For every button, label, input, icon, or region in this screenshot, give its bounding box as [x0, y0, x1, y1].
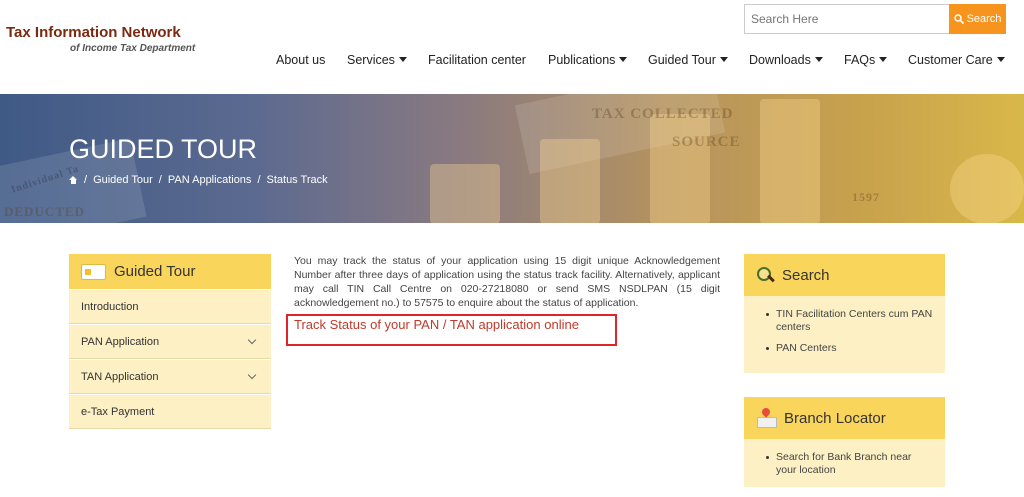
sidebar-item-label: TAN Application	[81, 370, 159, 383]
nav-downloads[interactable]: Downloads	[749, 53, 823, 67]
search-panel-list: TIN Facilitation Centers cum PAN centers…	[744, 296, 945, 375]
branch-locator-list: Search for Bank Branch near your locatio…	[744, 439, 945, 497]
breadcrumb: / Guided Tour / PAN Applications / Statu…	[69, 174, 328, 186]
highlight-box	[286, 314, 617, 346]
banner-coin-stack	[430, 164, 500, 223]
nav-publications[interactable]: Publications	[548, 53, 628, 67]
logo-subtitle: of Income Tax Department	[70, 43, 196, 54]
guided-tour-sidebar: Guided Tour Introduction PAN Application…	[69, 254, 271, 429]
banner-stamp-text: DEDUCTED	[4, 204, 85, 219]
banner-coin-stack	[650, 114, 710, 223]
search-icon	[953, 14, 964, 24]
banner-stamp-text: 1597	[852, 190, 880, 204]
banner-stamp-text: TAX COLLECTED	[592, 106, 734, 122]
sidebar-item-pan-application[interactable]: PAN Application	[69, 324, 271, 359]
nav-about-us[interactable]: About us	[276, 53, 325, 67]
nav-services[interactable]: Services	[347, 53, 407, 67]
nav-guided-tour[interactable]: Guided Tour	[648, 53, 728, 67]
banner-coin-stack	[540, 139, 600, 223]
status-track-description: You may track the status of your applica…	[294, 255, 720, 309]
banner-coin-stack	[760, 99, 820, 223]
branch-locator-panel: Branch Locator Search for Bank Branch ne…	[744, 397, 945, 487]
caret-down-icon	[879, 57, 888, 62]
search-panel-heading: Search	[744, 254, 945, 296]
map-pin-icon	[756, 408, 777, 428]
caret-down-icon	[814, 57, 823, 62]
chevron-down-icon[interactable]	[247, 335, 257, 345]
page-title: GUIDED TOUR	[69, 134, 258, 164]
branch-locator-heading: Branch Locator	[744, 397, 945, 439]
sidebar-item-introduction[interactable]: Introduction	[69, 289, 271, 324]
list-item[interactable]: PAN Centers	[766, 342, 933, 355]
search-panel: Search TIN Facilitation Centers cum PAN …	[744, 254, 945, 373]
banner-coin	[950, 154, 1024, 223]
list-item[interactable]: TIN Facilitation Centers cum PAN centers	[766, 308, 933, 334]
card-icon	[81, 263, 106, 280]
search-panel-heading-label: Search	[782, 266, 830, 284]
page-banner: TAX COLLECTED SOURCE DEDUCTED Individual…	[0, 94, 1024, 223]
site-header: Tax Information Network of Income Tax De…	[0, 0, 1024, 94]
magnifier-icon	[756, 266, 774, 284]
breadcrumb-separator: /	[158, 174, 162, 186]
sidebar-item-label: e-Tax Payment	[81, 405, 155, 418]
search-input[interactable]	[744, 4, 950, 34]
sidebar-heading: Guided Tour	[69, 254, 271, 289]
nav-facilitation-center[interactable]: Facilitation center	[428, 53, 526, 67]
branch-locator-heading-label: Branch Locator	[784, 409, 886, 427]
breadcrumb-pan-applications[interactable]: PAN Applications	[168, 174, 252, 186]
caret-down-icon	[719, 57, 728, 62]
breadcrumb-guided-tour[interactable]: Guided Tour	[93, 174, 153, 186]
list-item[interactable]: Search for Bank Branch near your locatio…	[766, 451, 933, 477]
caret-down-icon	[619, 57, 628, 62]
banner-stamp-text: SOURCE	[672, 134, 741, 150]
search-button[interactable]: Search	[949, 4, 1006, 34]
chevron-down-icon[interactable]	[247, 370, 257, 380]
search-button-label: Search	[966, 13, 1002, 25]
caret-down-icon	[996, 57, 1005, 62]
nav-faqs[interactable]: FAQs	[844, 53, 888, 67]
sidebar-item-label: Introduction	[81, 300, 139, 313]
home-icon[interactable]	[69, 176, 78, 184]
nav-customer-care[interactable]: Customer Care	[908, 53, 1005, 67]
caret-down-icon	[398, 57, 407, 62]
breadcrumb-separator: /	[84, 174, 88, 186]
sidebar-item-e-tax-payment[interactable]: e-Tax Payment	[69, 394, 271, 429]
sidebar-item-label: PAN Application	[81, 335, 160, 348]
sidebar-heading-label: Guided Tour	[114, 263, 196, 280]
logo-title[interactable]: Tax Information Network	[6, 24, 181, 41]
sidebar-item-tan-application[interactable]: TAN Application	[69, 359, 271, 394]
breadcrumb-separator: /	[257, 174, 261, 186]
breadcrumb-status-track: Status Track	[266, 174, 328, 186]
